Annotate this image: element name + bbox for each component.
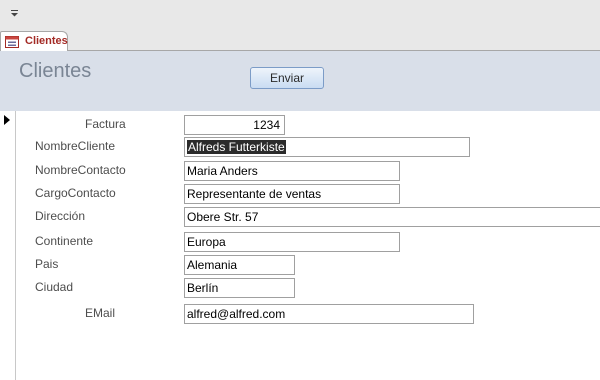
enviar-button[interactable]: Enviar [250, 67, 324, 89]
continente-field[interactable]: Europa [184, 232, 400, 252]
form-header: Clientes Enviar [0, 51, 600, 111]
ciudad-field[interactable]: Berlín [184, 278, 295, 298]
pais-field[interactable]: Alemania [184, 255, 295, 275]
nombre-contacto-field[interactable]: Maria Anders [184, 161, 400, 181]
form-icon [5, 36, 19, 48]
factura-label: Factura [85, 117, 126, 131]
nombre-cliente-value: Alfreds Futterkiste [187, 140, 286, 154]
customize-toolbar-icon[interactable] [9, 7, 21, 19]
nombre-cliente-field[interactable]: Alfreds Futterkiste [184, 137, 470, 157]
direccion-field[interactable]: Obere Str. 57 [184, 207, 600, 227]
email-label: EMail [85, 306, 116, 320]
tab-clientes[interactable]: Clientes [0, 31, 68, 52]
current-record-arrow-icon [4, 115, 10, 125]
record-selector[interactable] [0, 111, 16, 380]
form-title: Clientes [19, 60, 92, 82]
form-detail: Factura 1234 NombreCliente Alfreds Futte… [0, 111, 600, 380]
document-tab-strip: Clientes [0, 28, 600, 52]
nombre-contacto-label: NombreContacto [35, 163, 126, 177]
cargo-contacto-label: CargoContacto [35, 186, 116, 200]
pais-label: Pais [35, 257, 59, 271]
quick-access-toolbar [0, 0, 600, 28]
cargo-contacto-field[interactable]: Representante de ventas [184, 184, 400, 204]
continente-label: Continente [35, 234, 94, 248]
direccion-label: Dirección [35, 209, 86, 223]
access-form-window: Clientes Clientes Enviar Factura 1234 No… [0, 0, 600, 380]
nombre-cliente-label: NombreCliente [35, 139, 116, 153]
email-field[interactable]: alfred@alfred.com [184, 304, 474, 324]
ciudad-label: Ciudad [35, 280, 74, 294]
tab-label: Clientes [25, 35, 68, 47]
factura-field[interactable]: 1234 [184, 115, 285, 135]
